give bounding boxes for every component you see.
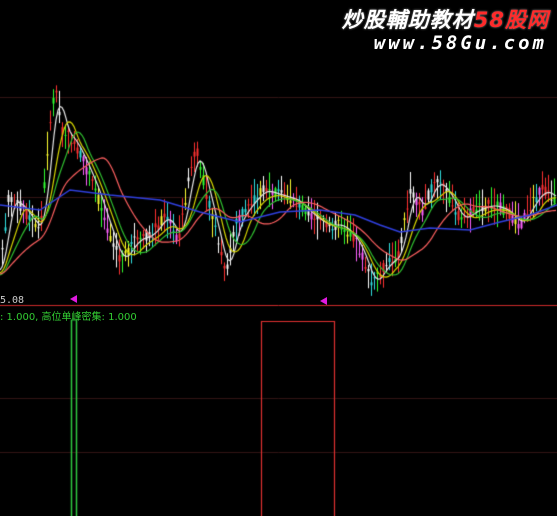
kline-chart-canvas — [0, 0, 557, 516]
right-marker-icon — [320, 297, 327, 305]
watermark-brand: 58股网 — [473, 8, 549, 32]
indicator-legend: : 1.000, 高位单峰密集: 1.000 — [0, 312, 137, 323]
left-marker-icon — [70, 295, 77, 303]
watermark-text: 炒股輔助教材 — [341, 8, 474, 32]
watermark-title: 炒股輔助教材58股网 — [342, 4, 549, 34]
price-low-label: 5.08 — [0, 295, 25, 306]
watermark-url: www.58Gu.com — [373, 32, 547, 54]
